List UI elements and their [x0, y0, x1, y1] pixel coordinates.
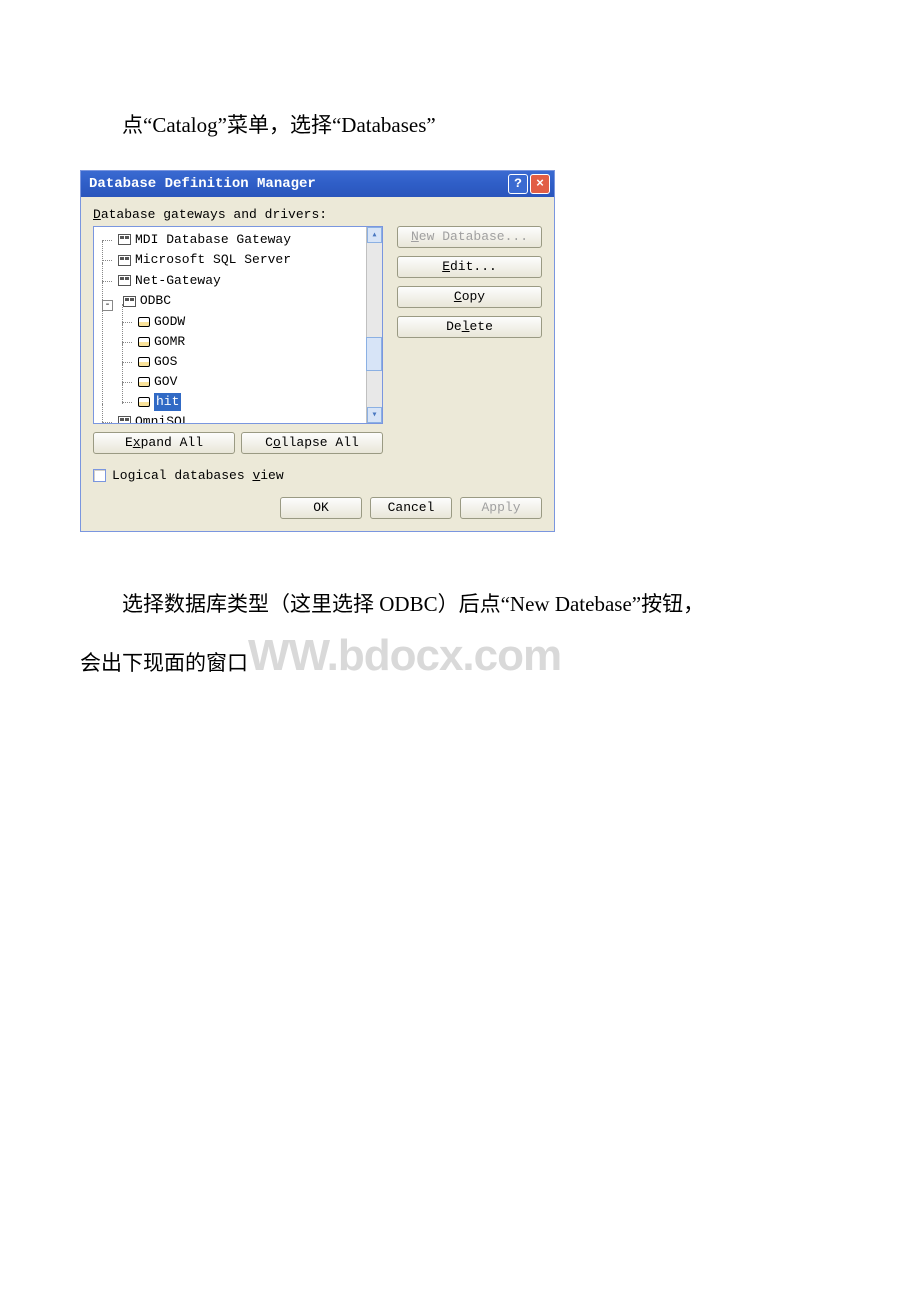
tree-item-odbc[interactable]: ODBC [123, 292, 171, 310]
intro-text: 点“Catalog”菜单，选择“Databases” [80, 110, 840, 142]
expand-all-button[interactable]: Expand All [93, 432, 235, 454]
collapse-toggle[interactable]: - [102, 300, 113, 311]
tree-item-godw[interactable]: GODW [138, 313, 185, 331]
gateways-label: Database gateways and drivers: [93, 207, 542, 222]
scroll-thumb[interactable] [366, 337, 382, 371]
scroll-down-button[interactable]: ▾ [367, 407, 382, 423]
instruction-paragraph-2: 选择数据库类型（这里选择 ODBC）后点“New Datebase”按钮， 会出… [80, 588, 840, 692]
watermark-text: WW.bdocx.com [248, 631, 561, 680]
copy-button[interactable]: Copy [397, 286, 542, 308]
ok-button[interactable]: OK [280, 497, 362, 519]
titlebar[interactable]: Database Definition Manager ? × [81, 171, 554, 197]
tree-item-mssql[interactable]: Microsoft SQL Server [118, 251, 291, 269]
new-database-button[interactable]: New Database... [397, 226, 542, 248]
tree-item-gomr[interactable]: GOMR [138, 333, 185, 351]
close-button[interactable]: × [530, 174, 550, 194]
tree-item-mdi[interactable]: MDI Database Gateway [118, 231, 291, 249]
cancel-button[interactable]: Cancel [370, 497, 452, 519]
tree-item-omnisql[interactable]: OmniSQL [118, 413, 190, 424]
apply-button[interactable]: Apply [460, 497, 542, 519]
db-definition-dialog: Database Definition Manager ? × Database… [80, 170, 555, 532]
scroll-up-button[interactable]: ▴ [367, 227, 382, 243]
gateway-tree[interactable]: MDI Database Gateway Microsoft SQL Serve… [93, 226, 383, 424]
tree-item-netgateway[interactable]: Net-Gateway [118, 272, 221, 290]
tree-item-gov[interactable]: GOV [138, 373, 177, 391]
database-icon [138, 317, 150, 327]
dialog-title: Database Definition Manager [89, 176, 316, 192]
database-icon [138, 397, 150, 407]
logical-view-checkbox[interactable] [93, 469, 106, 482]
gateway-icon [123, 296, 136, 307]
database-icon [138, 337, 150, 347]
delete-button[interactable]: Delete [397, 316, 542, 338]
tree-item-gos[interactable]: GOS [138, 353, 177, 371]
gateway-icon [118, 416, 131, 424]
tree-item-hit[interactable]: hit [138, 393, 181, 411]
edit-button[interactable]: Edit... [397, 256, 542, 278]
database-icon [138, 357, 150, 367]
collapse-all-button[interactable]: Collapse All [241, 432, 383, 454]
help-button[interactable]: ? [508, 174, 528, 194]
gateway-icon [118, 234, 131, 245]
gateway-icon [118, 275, 131, 286]
database-icon [138, 377, 150, 387]
tree-scrollbar[interactable]: ▴ ▾ [366, 227, 382, 423]
logical-view-label: Logical databases view [112, 468, 284, 483]
gateway-icon [118, 255, 131, 266]
